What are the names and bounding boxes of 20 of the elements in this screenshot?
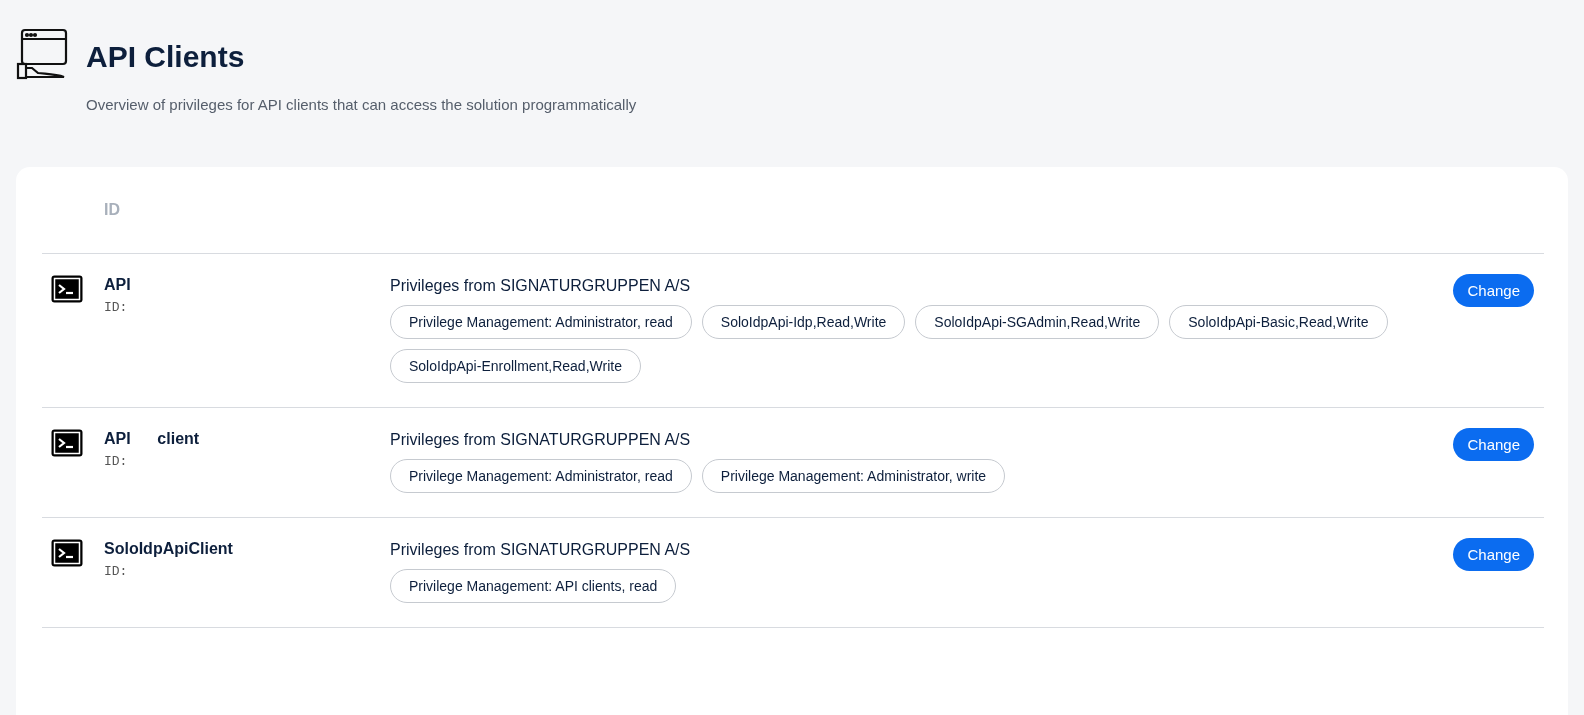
change-button[interactable]: Change (1453, 274, 1534, 307)
client-id-label: ID: (104, 564, 129, 579)
client-name: SoloIdpApiClient (104, 540, 234, 558)
privileges-title: Privileges from SIGNATURGRUPPEN A/S (390, 541, 692, 559)
client-id-label: ID: (104, 300, 129, 315)
privilege-tag: SoloIdpApi-Idp,Read,Write (701, 305, 906, 339)
client-name: API (104, 276, 132, 294)
terminal-icon (50, 428, 84, 458)
client-name: API client (104, 430, 201, 448)
privileges-title: Privileges from SIGNATURGRUPPEN A/S (390, 277, 692, 295)
page-title: API Clients (86, 40, 246, 74)
terminal-icon (50, 274, 84, 304)
privileges-title: Privileges from SIGNATURGRUPPEN A/S (390, 431, 692, 449)
terminal-icon (50, 538, 84, 568)
change-button[interactable]: Change (1453, 428, 1534, 461)
page-subtitle: Overview of privileges for API clients that can access the solution programmatically (86, 96, 637, 113)
change-button[interactable]: Change (1453, 538, 1534, 571)
api-window-icon (16, 28, 68, 80)
column-header: ID (104, 201, 120, 219)
client-id-label: ID: (104, 454, 129, 469)
